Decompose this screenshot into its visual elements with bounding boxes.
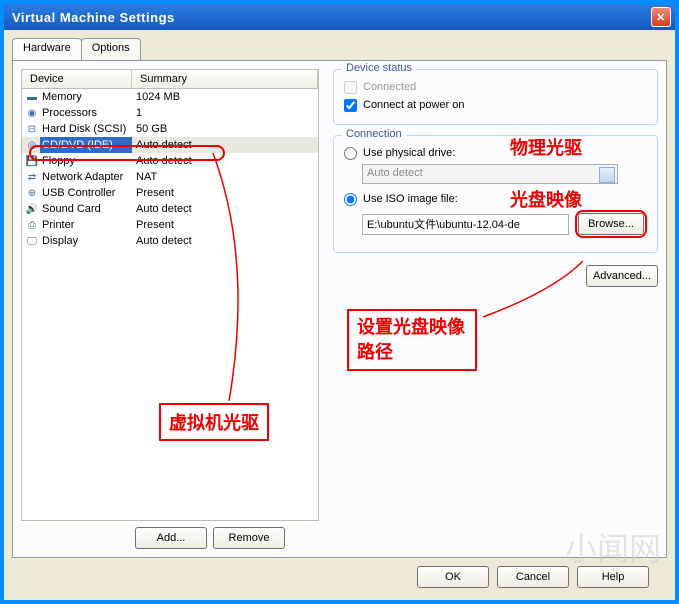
device-summary: Present <box>132 185 318 201</box>
device-summary: Auto detect <box>132 153 318 169</box>
window-title: Virtual Machine Settings <box>8 10 651 25</box>
device-detail-pane: Device status Connected Connect at power… <box>333 69 658 287</box>
poweron-label: Connect at power on <box>363 99 465 111</box>
device-name: Display <box>40 233 132 249</box>
col-summary[interactable]: Summary <box>132 70 318 88</box>
hardware-panel: Device Summary ▬Memory1024 MB◉Processors… <box>12 60 667 558</box>
iso-row[interactable]: Use ISO image file: <box>344 190 647 208</box>
device-summary: 1024 MB <box>132 89 318 105</box>
device-name: Network Adapter <box>40 169 132 185</box>
physical-drive-label: Use physical drive: <box>363 147 455 159</box>
device-summary: 50 GB <box>132 121 318 137</box>
cpu-icon: ◉ <box>24 105 40 121</box>
device-row-usb-controller[interactable]: ⊕USB ControllerPresent <box>22 185 318 201</box>
iso-path-input[interactable] <box>362 214 569 235</box>
device-summary: Auto detect <box>132 137 318 153</box>
titlebar: Virtual Machine Settings ✕ <box>4 4 675 30</box>
printer-icon: ⎙ <box>24 217 40 233</box>
close-button[interactable]: ✕ <box>651 7 671 27</box>
tab-strip: Hardware Options <box>12 38 667 60</box>
tab-hardware[interactable]: Hardware <box>12 38 82 60</box>
add-button[interactable]: Add... <box>135 527 207 549</box>
device-name: Printer <box>40 217 132 233</box>
memory-icon: ▬ <box>24 89 40 105</box>
device-name: USB Controller <box>40 185 132 201</box>
usb-icon: ⊕ <box>24 185 40 201</box>
iso-label: Use ISO image file: <box>363 193 458 205</box>
device-name: Sound Card <box>40 201 132 217</box>
browse-button[interactable]: Browse... <box>578 213 644 235</box>
cancel-button[interactable]: Cancel <box>497 566 569 588</box>
iso-radio[interactable] <box>344 193 357 206</box>
connected-row[interactable]: Connected <box>344 78 647 96</box>
advanced-button[interactable]: Advanced... <box>586 265 658 287</box>
device-summary: Present <box>132 217 318 233</box>
physical-drive-radio[interactable] <box>344 147 357 160</box>
device-list[interactable]: ▬Memory1024 MB◉Processors1⊟Hard Disk (SC… <box>21 89 319 521</box>
device-status-group: Device status Connected Connect at power… <box>333 69 658 125</box>
physical-drive-combo[interactable]: Auto detect <box>362 164 618 184</box>
device-name: Processors <box>40 105 132 121</box>
display-icon: 🖵 <box>24 233 40 249</box>
device-row-printer[interactable]: ⎙PrinterPresent <box>22 217 318 233</box>
poweron-row[interactable]: Connect at power on <box>344 96 647 114</box>
device-name: Floppy <box>40 153 132 169</box>
connected-checkbox[interactable] <box>344 81 357 94</box>
poweron-checkbox[interactable] <box>344 99 357 112</box>
physical-drive-row[interactable]: Use physical drive: <box>344 144 647 162</box>
device-row-cd-dvd-ide-[interactable]: ◎CD/DVD (IDE)Auto detect <box>22 137 318 153</box>
device-list-header: Device Summary <box>21 69 319 89</box>
device-summary: 1 <box>132 105 318 121</box>
device-name: Memory <box>40 89 132 105</box>
device-row-display[interactable]: 🖵DisplayAuto detect <box>22 233 318 249</box>
device-row-sound-card[interactable]: 🔊Sound CardAuto detect <box>22 201 318 217</box>
device-pane: Device Summary ▬Memory1024 MB◉Processors… <box>21 69 319 549</box>
device-summary: Auto detect <box>132 233 318 249</box>
sound-icon: 🔊 <box>24 201 40 217</box>
device-row-floppy[interactable]: 💾FloppyAuto detect <box>22 153 318 169</box>
tab-options[interactable]: Options <box>81 38 141 60</box>
device-name: CD/DVD (IDE) <box>40 137 132 153</box>
device-row-processors[interactable]: ◉Processors1 <box>22 105 318 121</box>
floppy-icon: 💾 <box>24 153 40 169</box>
disk-icon: ⊟ <box>24 121 40 137</box>
remove-button[interactable]: Remove <box>213 527 285 549</box>
connected-label: Connected <box>363 81 416 93</box>
network-icon: ⇄ <box>24 169 40 185</box>
device-name: Hard Disk (SCSI) <box>40 121 132 137</box>
connection-group: Connection Use physical drive: 物理光驱 Auto… <box>333 135 658 253</box>
ok-button[interactable]: OK <box>417 566 489 588</box>
help-button[interactable]: Help <box>577 566 649 588</box>
dialog-footer: OK Cancel Help <box>12 560 667 594</box>
settings-window: Virtual Machine Settings ✕ Hardware Opti… <box>0 0 679 604</box>
device-row-hard-disk-scsi-[interactable]: ⊟Hard Disk (SCSI)50 GB <box>22 121 318 137</box>
annotation-highlight-browse: Browse... <box>575 210 647 238</box>
device-row-memory[interactable]: ▬Memory1024 MB <box>22 89 318 105</box>
annotation-setpath: 设置光盘映像路径 <box>347 309 477 371</box>
status-legend: Device status <box>342 62 416 74</box>
device-row-network-adapter[interactable]: ⇄Network AdapterNAT <box>22 169 318 185</box>
col-device[interactable]: Device <box>22 70 132 88</box>
device-summary: Auto detect <box>132 201 318 217</box>
connection-legend: Connection <box>342 128 406 140</box>
device-summary: NAT <box>132 169 318 185</box>
cd-icon: ◎ <box>24 137 40 153</box>
